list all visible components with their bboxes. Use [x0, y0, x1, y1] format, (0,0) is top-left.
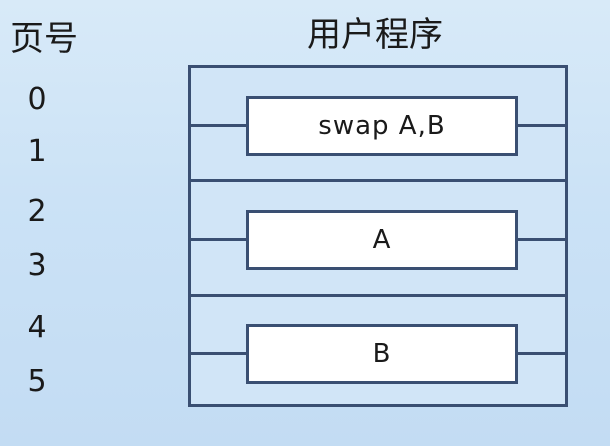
page-number-header: 页号 — [10, 19, 78, 59]
page-number-2: 2 — [27, 194, 47, 229]
user-program-header: 用户程序 — [307, 15, 443, 55]
page-number-4: 4 — [27, 310, 47, 345]
page-number-5: 5 — [27, 364, 47, 399]
module-row-b: B — [188, 324, 568, 384]
connector-line — [188, 352, 246, 355]
connector-line — [188, 238, 246, 241]
module-row-a: A — [188, 210, 568, 270]
page-boundary-1 — [188, 179, 568, 182]
connector-line — [513, 352, 568, 355]
page-number-1: 1 — [27, 134, 47, 169]
connector-line — [513, 238, 568, 241]
module-swap-box: swap A,B — [246, 96, 518, 156]
page-number-0: 0 — [27, 82, 47, 117]
module-row-swap: swap A,B — [188, 96, 568, 156]
connector-line — [513, 124, 568, 127]
user-program-frame: swap A,B A B — [188, 65, 568, 407]
connector-line — [188, 124, 246, 127]
page-boundary-2 — [188, 294, 568, 297]
page-number-3: 3 — [27, 248, 47, 283]
module-a-box: A — [246, 210, 518, 270]
module-b-box: B — [246, 324, 518, 384]
